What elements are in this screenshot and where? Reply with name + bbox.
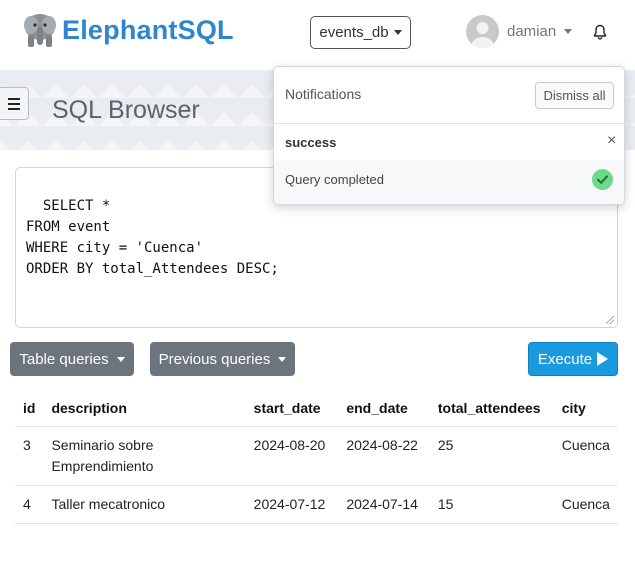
cell-total-attendees: 15 xyxy=(429,485,554,524)
database-select[interactable]: events_db xyxy=(310,16,411,49)
cell-description: Taller mecatronico xyxy=(43,485,246,524)
cell-id: 4 xyxy=(15,485,44,524)
execute-label: Execute xyxy=(537,350,593,368)
chevron-down-icon xyxy=(116,356,125,362)
user-name: damian xyxy=(507,23,557,40)
user-menu[interactable]: damian xyxy=(466,15,573,48)
hamburger-icon xyxy=(8,102,20,105)
notifications-title: Notifications xyxy=(285,86,362,102)
cell-start-date: 2024-07-12 xyxy=(245,485,339,524)
checkmark-icon xyxy=(596,175,609,184)
column-header-description: description xyxy=(43,390,246,427)
notification-item-header: success × xyxy=(274,124,624,160)
resize-handle-icon[interactable] xyxy=(606,316,614,324)
table-queries-label: Table queries xyxy=(19,350,109,368)
cell-start-date: 2024-08-20 xyxy=(245,426,339,486)
cell-end-date: 2024-07-14 xyxy=(338,485,430,524)
cell-id: 3 xyxy=(15,426,44,486)
brand-name: ElephantSQL xyxy=(62,14,234,45)
column-header-start-date: start_date xyxy=(245,390,339,427)
column-header-city: city xyxy=(553,390,618,427)
cell-end-date: 2024-08-22 xyxy=(338,426,430,486)
chevron-down-icon xyxy=(564,29,573,34)
cell-city: Cuenca xyxy=(553,485,618,524)
notification-status: success xyxy=(285,135,337,150)
notification-message: Query completed xyxy=(285,172,384,187)
elephant-logo-icon xyxy=(24,14,56,47)
database-select-value: events_db xyxy=(319,24,389,41)
previous-queries-label: Previous queries xyxy=(158,350,271,368)
user-avatar-icon xyxy=(471,22,494,48)
cell-total-attendees: 25 xyxy=(429,426,554,486)
sidebar-toggle-button[interactable] xyxy=(0,87,29,120)
notifications-panel: Notifications Dismiss all success × Quer… xyxy=(273,66,625,205)
results-table: id description start_date end_date total… xyxy=(15,390,618,524)
column-header-end-date: end_date xyxy=(338,390,430,427)
table-row: 3 Seminario sobre Emprendimiento 2024-08… xyxy=(15,426,618,486)
play-icon xyxy=(597,352,609,366)
column-header-total-attendees: total_attendees xyxy=(429,390,554,427)
table-row: 4 Taller mecatronico 2024-07-12 2024-07-… xyxy=(15,485,618,524)
bell-icon[interactable] xyxy=(592,24,608,40)
hamburger-icon xyxy=(8,97,20,100)
dismiss-all-button[interactable]: Dismiss all xyxy=(535,82,614,109)
close-icon[interactable]: × xyxy=(607,132,616,150)
table-header-row: id description start_date end_date total… xyxy=(15,390,618,427)
notification-item: Query completed xyxy=(274,160,624,204)
brand-link[interactable]: ElephantSQL xyxy=(22,11,234,49)
sql-query-text: SELECT * FROM event WHERE city = 'Cuenca… xyxy=(26,198,279,277)
page-title: SQL Browser xyxy=(52,96,200,124)
cell-city: Cuenca xyxy=(553,426,618,486)
check-circle-icon xyxy=(592,169,613,190)
avatar xyxy=(466,15,499,48)
top-navbar: ElephantSQL events_db damian xyxy=(0,0,635,70)
previous-queries-button[interactable]: Previous queries xyxy=(150,342,295,376)
hamburger-icon xyxy=(8,107,20,110)
notifications-header: Notifications Dismiss all xyxy=(274,67,624,124)
cell-description: Seminario sobre Emprendimiento xyxy=(43,426,246,486)
execute-button[interactable]: Execute xyxy=(528,342,618,376)
chevron-down-icon xyxy=(393,30,402,35)
table-queries-button[interactable]: Table queries xyxy=(10,342,134,376)
column-header-id: id xyxy=(15,390,44,427)
chevron-down-icon xyxy=(278,356,287,362)
